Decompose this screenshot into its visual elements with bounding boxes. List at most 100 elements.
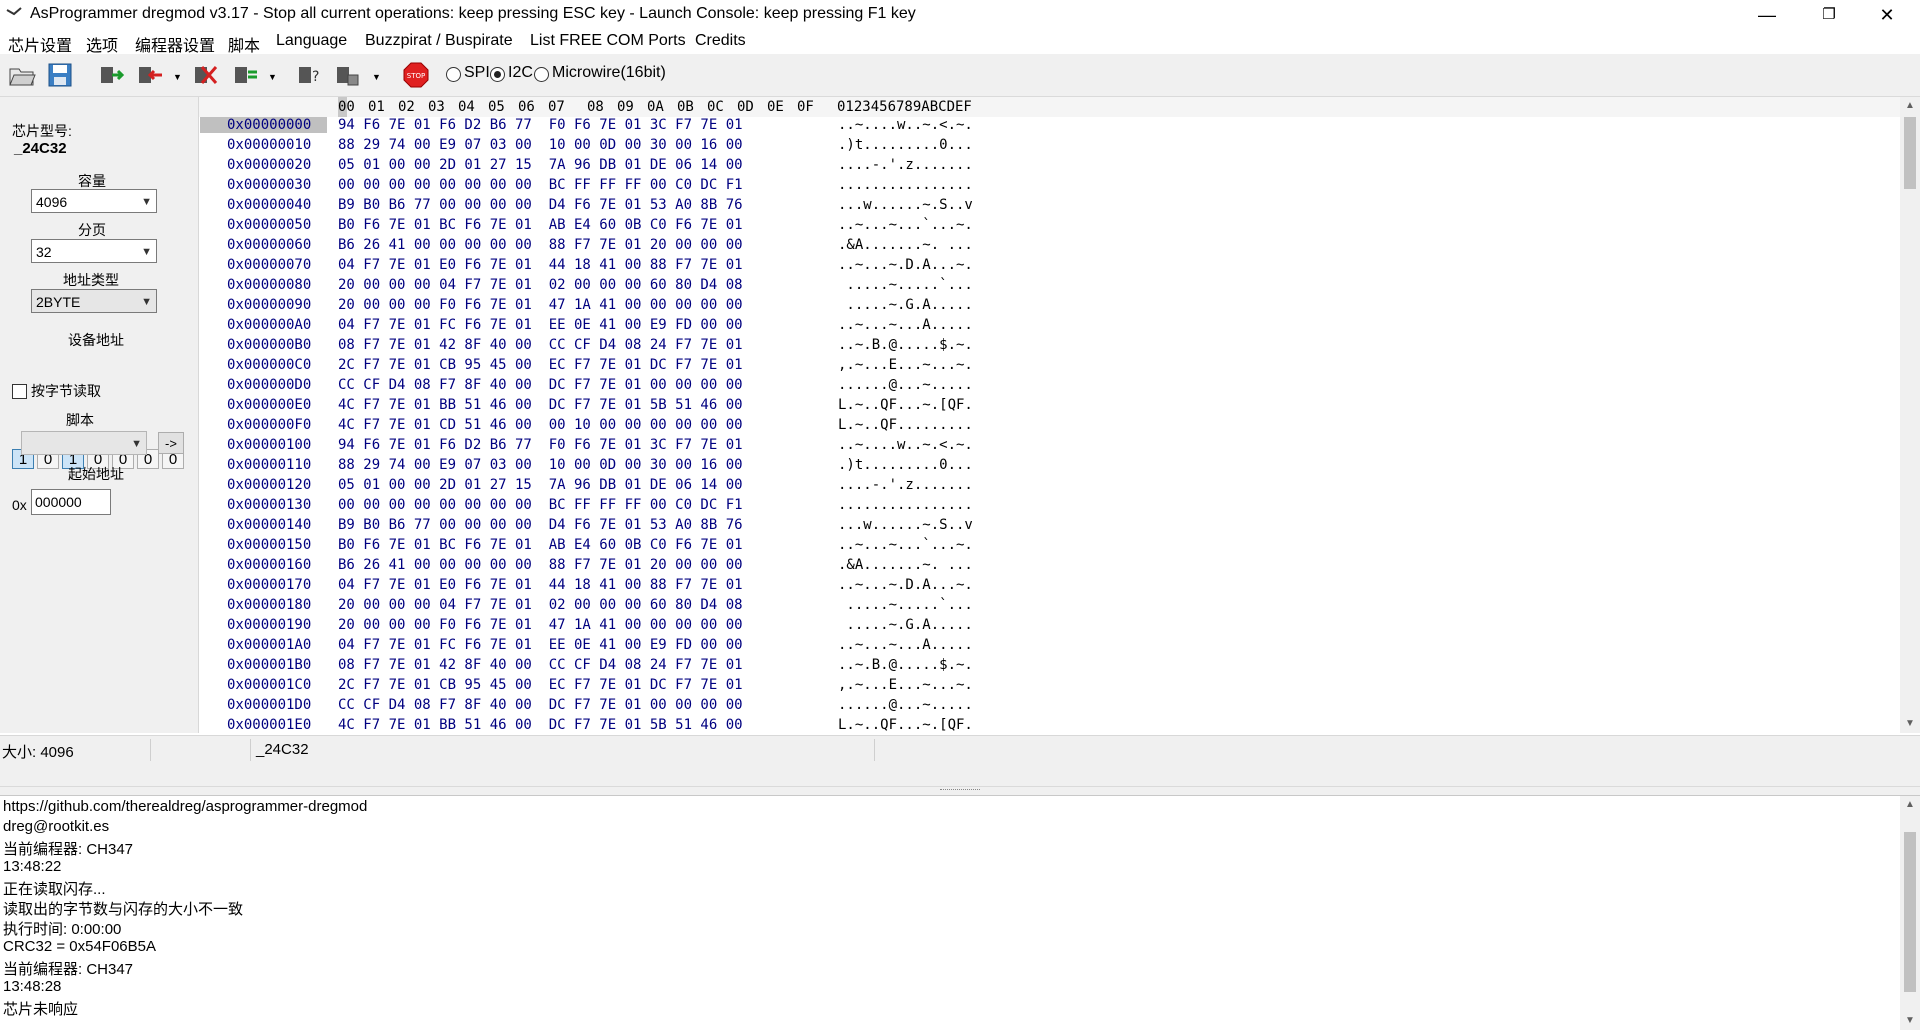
row-ascii[interactable]: .&A.......~. ... bbox=[838, 557, 973, 573]
blank-check-icon[interactable] bbox=[334, 61, 362, 89]
console-log[interactable]: https://github.com/therealdreg/asprogram… bbox=[0, 795, 1920, 1031]
row-bytes[interactable]: 04 F7 7E 01 E0 F6 7E 01 44 18 41 00 88 F… bbox=[338, 257, 743, 273]
row-ascii[interactable]: .....~.G.A..... bbox=[838, 297, 972, 313]
row-bytes[interactable]: 04 F7 7E 01 E0 F6 7E 01 44 18 41 00 88 F… bbox=[338, 577, 743, 593]
row-bytes[interactable]: 20 00 00 00 F0 F6 7E 01 47 1A 41 00 00 0… bbox=[338, 297, 743, 313]
scroll-down-icon[interactable]: ▼ bbox=[1900, 715, 1920, 733]
row-ascii[interactable]: ..~...~.D.A...~. bbox=[838, 577, 973, 593]
open-file-icon[interactable] bbox=[8, 61, 36, 89]
menu-chip-settings[interactable]: 芯片设置 bbox=[8, 32, 72, 56]
save-icon[interactable] bbox=[46, 61, 74, 89]
row-ascii[interactable]: ,.~...E...~...~. bbox=[838, 357, 973, 373]
table-row[interactable]: 0x000001B0 08 F7 7E 01 42 8F 40 00 CC CF … bbox=[199, 657, 1199, 677]
table-row[interactable]: 0x00000080 20 00 00 00 04 F7 7E 01 02 00 … bbox=[199, 277, 1199, 297]
menu-list-com-ports[interactable]: List FREE COM Ports bbox=[530, 32, 686, 50]
splitter-grip-icon[interactable] bbox=[940, 789, 980, 793]
table-row[interactable]: 0x000000C0 2C F7 7E 01 CB 95 45 00 EC F7 … bbox=[199, 357, 1199, 377]
verify-dropdown-icon[interactable]: ▼ bbox=[268, 72, 277, 82]
table-row[interactable]: 0x00000020 05 01 00 00 2D 01 27 15 7A 96 … bbox=[199, 157, 1199, 177]
page-select[interactable]: 32 ▼ bbox=[31, 239, 157, 263]
table-row[interactable]: 0x00000010 88 29 74 00 E9 07 03 00 10 00 … bbox=[199, 137, 1199, 157]
menu-language[interactable]: Language bbox=[276, 32, 347, 50]
row-bytes[interactable]: 20 00 00 00 04 F7 7E 01 02 00 00 00 60 8… bbox=[338, 597, 743, 613]
verify-icon[interactable] bbox=[232, 61, 260, 89]
spi-radio[interactable] bbox=[446, 67, 461, 82]
row-ascii[interactable]: ................ bbox=[838, 177, 973, 193]
table-row[interactable]: 0x00000040 B9 B0 B6 77 00 00 00 00 D4 F6 … bbox=[199, 197, 1199, 217]
stop-icon[interactable]: STOP bbox=[402, 61, 430, 89]
microwire-radio[interactable] bbox=[534, 67, 549, 82]
row-ascii[interactable]: .....~.....`... bbox=[838, 597, 972, 613]
row-ascii[interactable]: ..~...~...`...~. bbox=[838, 537, 973, 553]
console-scrollbar[interactable]: ▲ ▼ bbox=[1900, 796, 1920, 1030]
row-ascii[interactable]: ..~.B.@.....$.~. bbox=[838, 337, 973, 353]
row-ascii[interactable]: ...w......~.S..v bbox=[838, 197, 973, 213]
table-row[interactable]: 0x00000050 B0 F6 7E 01 BC F6 7E 01 AB E4 … bbox=[199, 217, 1199, 237]
row-bytes[interactable]: 05 01 00 00 2D 01 27 15 7A 96 DB 01 DE 0… bbox=[338, 157, 743, 173]
capacity-select[interactable]: 4096 ▼ bbox=[31, 189, 157, 213]
table-row[interactable]: 0x00000120 05 01 00 00 2D 01 27 15 7A 96 … bbox=[199, 477, 1199, 497]
row-bytes[interactable]: CC CF D4 08 F7 8F 40 00 DC F7 7E 01 00 0… bbox=[338, 377, 743, 393]
row-ascii[interactable]: ..~...~...A..... bbox=[838, 317, 973, 333]
erase-chip-icon[interactable] bbox=[192, 61, 220, 89]
row-ascii[interactable]: .)t.........0... bbox=[838, 137, 973, 153]
scroll-up-icon[interactable]: ▲ bbox=[1900, 796, 1920, 814]
table-row[interactable]: 0x00000150 B0 F6 7E 01 BC F6 7E 01 AB E4 … bbox=[199, 537, 1199, 557]
row-bytes[interactable]: 04 F7 7E 01 FC F6 7E 01 EE 0E 41 00 E9 F… bbox=[338, 317, 743, 333]
row-ascii[interactable]: L.~..QF......... bbox=[838, 417, 973, 433]
menu-credits[interactable]: Credits bbox=[695, 32, 746, 50]
table-row[interactable]: 0x000001D0 CC CF D4 08 F7 8F 40 00 DC F7 … bbox=[199, 697, 1199, 717]
table-row[interactable]: 0x000000F0 4C F7 7E 01 CD 51 46 00 00 10 … bbox=[199, 417, 1199, 437]
row-bytes[interactable]: B6 26 41 00 00 00 00 00 88 F7 7E 01 20 0… bbox=[338, 237, 743, 253]
table-row[interactable]: 0x00000190 20 00 00 00 F0 F6 7E 01 47 1A … bbox=[199, 617, 1199, 637]
row-ascii[interactable]: L.~..QF...~.[QF. bbox=[838, 717, 973, 733]
table-row[interactable]: 0x00000180 20 00 00 00 04 F7 7E 01 02 00 … bbox=[199, 597, 1199, 617]
chip-info-icon[interactable]: ? bbox=[296, 61, 324, 89]
row-bytes[interactable]: 05 01 00 00 2D 01 27 15 7A 96 DB 01 DE 0… bbox=[338, 477, 743, 493]
blank-check-dropdown-icon[interactable]: ▼ bbox=[372, 72, 381, 82]
menu-buzzpirat[interactable]: Buzzpirat / Buspirate bbox=[365, 32, 513, 50]
row-bytes[interactable]: B9 B0 B6 77 00 00 00 00 D4 F6 7E 01 53 A… bbox=[338, 517, 743, 533]
row-ascii[interactable]: ...w......~.S..v bbox=[838, 517, 973, 533]
row-bytes[interactable]: 4C F7 7E 01 CD 51 46 00 00 10 00 00 00 0… bbox=[338, 417, 743, 433]
scroll-down-icon[interactable]: ▼ bbox=[1900, 1012, 1920, 1030]
table-row[interactable]: 0x000000B0 08 F7 7E 01 42 8F 40 00 CC CF … bbox=[199, 337, 1199, 357]
row-ascii[interactable]: ......@...~..... bbox=[838, 377, 973, 393]
row-ascii[interactable]: .....~.G.A..... bbox=[838, 617, 972, 633]
row-bytes[interactable]: B9 B0 B6 77 00 00 00 00 D4 F6 7E 01 53 A… bbox=[338, 197, 743, 213]
script-select[interactable]: ▼ bbox=[21, 431, 147, 455]
start-address-input[interactable]: 000000 bbox=[31, 489, 111, 515]
table-row[interactable]: 0x000001E0 4C F7 7E 01 BB 51 46 00 DC F7 … bbox=[199, 717, 1199, 733]
menu-script[interactable]: 脚本 bbox=[228, 32, 260, 56]
row-bytes[interactable]: 4C F7 7E 01 BB 51 46 00 DC F7 7E 01 5B 5… bbox=[338, 717, 743, 733]
row-ascii[interactable]: .&A.......~. ... bbox=[838, 237, 973, 253]
table-row[interactable]: 0x00000140 B9 B0 B6 77 00 00 00 00 D4 F6 … bbox=[199, 517, 1199, 537]
minimize-button[interactable]: — bbox=[1744, 0, 1790, 30]
row-ascii[interactable]: ..~...~.D.A...~. bbox=[838, 257, 973, 273]
menu-programmer-settings[interactable]: 编程器设置 bbox=[135, 32, 215, 56]
row-ascii[interactable]: ..~....w..~.<.~. bbox=[838, 437, 973, 453]
restore-button[interactable]: ❐ bbox=[1806, 0, 1852, 30]
row-ascii[interactable]: ......@...~..... bbox=[838, 697, 973, 713]
row-bytes[interactable]: 88 29 74 00 E9 07 03 00 10 00 0D 00 30 0… bbox=[338, 137, 743, 153]
table-row[interactable]: 0x00000000 94 F6 7E 01 F6 D2 B6 77 F0 F6 … bbox=[199, 117, 1199, 137]
table-row[interactable]: 0x00000060 B6 26 41 00 00 00 00 00 88 F7 … bbox=[199, 237, 1199, 257]
hex-scrollbar[interactable]: ▲ ▼ bbox=[1900, 97, 1920, 733]
row-ascii[interactable]: ..~...~...A..... bbox=[838, 637, 973, 653]
table-row[interactable]: 0x00000070 04 F7 7E 01 E0 F6 7E 01 44 18 … bbox=[199, 257, 1199, 277]
row-bytes[interactable]: 2C F7 7E 01 CB 95 45 00 EC F7 7E 01 DC F… bbox=[338, 357, 743, 373]
read-chip-icon[interactable] bbox=[98, 61, 126, 89]
row-ascii[interactable]: .)t.........0... bbox=[838, 457, 973, 473]
row-bytes[interactable]: 04 F7 7E 01 FC F6 7E 01 EE 0E 41 00 E9 F… bbox=[338, 637, 743, 653]
row-bytes[interactable]: 2C F7 7E 01 CB 95 45 00 EC F7 7E 01 DC F… bbox=[338, 677, 743, 693]
row-bytes[interactable]: 20 00 00 00 F0 F6 7E 01 47 1A 41 00 00 0… bbox=[338, 617, 743, 633]
table-row[interactable]: 0x000000A0 04 F7 7E 01 FC F6 7E 01 EE 0E … bbox=[199, 317, 1199, 337]
row-bytes[interactable]: CC CF D4 08 F7 8F 40 00 DC F7 7E 01 00 0… bbox=[338, 697, 743, 713]
write-chip-icon[interactable] bbox=[136, 61, 164, 89]
row-ascii[interactable]: ..~...~...`...~. bbox=[838, 217, 973, 233]
menu-options[interactable]: 选项 bbox=[86, 32, 118, 56]
row-ascii[interactable]: ....-.'.z....... bbox=[838, 157, 973, 173]
row-bytes[interactable]: B0 F6 7E 01 BC F6 7E 01 AB E4 60 0B C0 F… bbox=[338, 537, 743, 553]
row-bytes[interactable]: 94 F6 7E 01 F6 D2 B6 77 F0 F6 7E 01 3C F… bbox=[338, 437, 743, 453]
table-row[interactable]: 0x00000160 B6 26 41 00 00 00 00 00 88 F7 … bbox=[199, 557, 1199, 577]
